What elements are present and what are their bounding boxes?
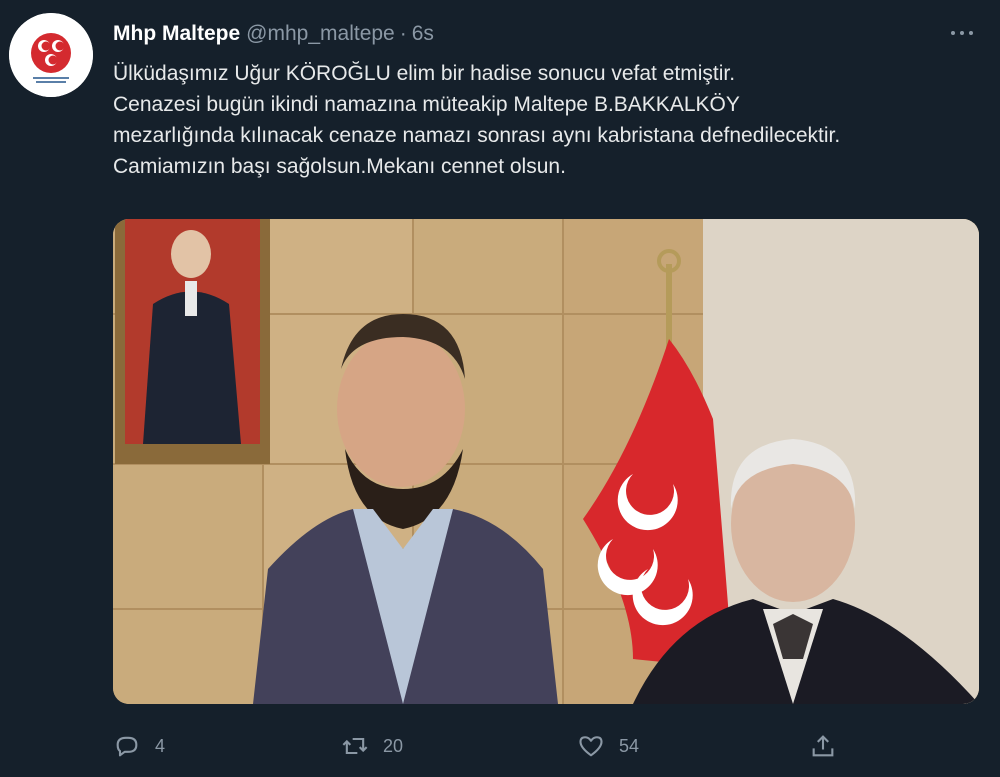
reply-button[interactable]: 4 — [113, 728, 165, 764]
tweet-text-line: mezarlığında kılınacak cenaze namazı son… — [113, 124, 841, 147]
retweet-count: 20 — [383, 735, 404, 756]
like-count: 54 — [619, 735, 640, 756]
mhp-logo-icon — [9, 13, 93, 97]
tweet-photo[interactable] — [113, 219, 979, 704]
tweet-text: Ülküdaşımız Uğur KÖROĞLU elim bir hadise… — [113, 58, 993, 182]
like-button[interactable]: 54 — [577, 728, 639, 764]
photo-image — [113, 219, 979, 704]
tweet-timestamp[interactable]: 6s — [412, 22, 434, 46]
tweet-text-line: Ülküdaşımız Uğur KÖROĞLU elim bir hadise… — [113, 62, 736, 85]
retweet-icon — [342, 737, 368, 755]
reply-icon — [116, 736, 138, 757]
tweet-actions: 4 20 54 — [113, 728, 993, 764]
tweet-header: Mhp Maltepe @mhp_maltepe · 6s — [113, 22, 434, 52]
heart-icon — [579, 736, 603, 757]
tweet-text-line: Cenazesi bugün ikindi namazına müteakip … — [113, 93, 740, 116]
separator-dot: · — [399, 22, 407, 45]
author-handle[interactable]: @mhp_maltepe — [246, 22, 395, 46]
tweet-text-line: Camiamızın başı sağolsun.Mekanı cennet o… — [113, 155, 566, 178]
retweet-button[interactable]: 20 — [341, 728, 403, 764]
avatar[interactable] — [9, 13, 93, 97]
author-name[interactable]: Mhp Maltepe — [113, 22, 240, 46]
more-options-icon[interactable] — [940, 18, 984, 48]
share-button[interactable] — [809, 728, 837, 764]
share-icon — [812, 735, 834, 757]
reply-count: 4 — [155, 735, 166, 756]
tweet[interactable]: Mhp Maltepe @mhp_maltepe · 6s Ülküdaşımı… — [0, 0, 1000, 777]
